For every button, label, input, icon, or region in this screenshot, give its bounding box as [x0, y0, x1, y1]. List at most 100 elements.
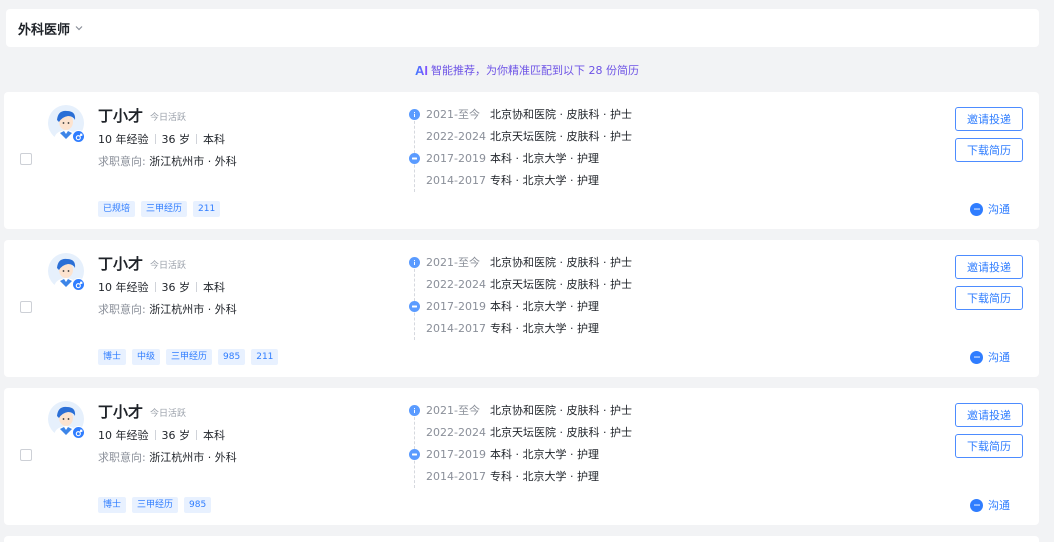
timeline-date: 2014-2017 — [426, 173, 486, 187]
timeline-date: 2014-2017 — [426, 321, 486, 335]
timeline-spacer — [409, 175, 420, 186]
download-resume-button[interactable]: 下载简历 — [955, 286, 1023, 310]
candidate-name[interactable]: 丁小才 — [98, 401, 143, 422]
timeline-entry: 2022-2024 北京天坛医院 · 皮肤科 · 护士 — [409, 276, 632, 292]
select-checkbox[interactable] — [20, 301, 32, 313]
job-intention: 求职意向: 浙江杭州市 · 外科 — [98, 449, 237, 465]
intent-value: 浙江杭州市 · 外科 — [149, 451, 237, 464]
intent-label: 求职意向: — [98, 303, 146, 316]
timeline-text: 专科 · 北京大学 · 护理 — [490, 470, 599, 483]
timeline-spacer — [409, 323, 420, 334]
next-candidate-card-partial — [4, 536, 1039, 542]
timeline-date: 2022-2024 — [426, 425, 486, 439]
divider — [154, 282, 156, 292]
ai-logo-icon: AI — [415, 62, 428, 78]
candidate-tag: 中级 — [132, 349, 161, 365]
intent-value: 浙江杭州市 · 外科 — [149, 303, 237, 316]
chat-button[interactable]: 沟通 — [970, 349, 1010, 365]
candidate-card: 丁小才 今日活跃 10 年经验 36 岁 本科 求职意向: 浙江杭州市 · 外科… — [4, 240, 1039, 377]
timeline-text: 北京协和医院 · 皮肤科 · 护士 — [490, 256, 632, 269]
tag-list: 博士 三甲经历 985 — [98, 497, 212, 513]
job-intention: 求职意向: 浙江杭州市 · 外科 — [98, 301, 237, 317]
timeline-text: 北京协和医院 · 皮肤科 · 护士 — [490, 108, 632, 121]
chat-button[interactable]: 沟通 — [970, 497, 1010, 513]
timeline-entry: 2022-2024 北京天坛医院 · 皮肤科 · 护士 — [409, 128, 632, 144]
divider — [196, 430, 197, 440]
chat-label: 沟通 — [988, 351, 1010, 364]
timeline-entry: 2014-2017 专科 · 北京大学 · 护理 — [409, 468, 599, 484]
candidate-tag: 211 — [251, 349, 279, 365]
job-intention: 求职意向: 浙江杭州市 · 外科 — [98, 153, 237, 169]
candidate-tag: 博士 — [98, 349, 127, 365]
timeline-entry: 2014-2017 专科 · 北京大学 · 护理 — [409, 320, 599, 336]
chat-button[interactable]: 沟通 — [970, 201, 1010, 217]
timeline-text: 北京天坛医院 · 皮肤科 · 护士 — [490, 278, 632, 291]
timeline-spacer — [409, 427, 420, 438]
experience-years: 10 年经验 — [98, 281, 149, 294]
candidate-tag: 已规培 — [98, 201, 136, 217]
chat-bubble-icon — [970, 202, 983, 216]
timeline-text: 北京天坛医院 · 皮肤科 · 护士 — [490, 426, 632, 439]
experience-timeline: 2021-至今 北京协和医院 · 皮肤科 · 护士 2022-2024 北京天坛医院 … — [409, 402, 669, 490]
timeline-entry: 2021-至今 北京协和医院 · 皮肤科 · 护士 — [409, 402, 632, 418]
timeline-spacer — [409, 279, 420, 290]
candidate-name[interactable]: 丁小才 — [98, 105, 143, 126]
work-icon — [409, 404, 420, 416]
divider — [196, 282, 197, 292]
timeline-date: 2014-2017 — [426, 469, 486, 483]
divider — [196, 134, 197, 144]
activity-status: 今日活跃 — [150, 409, 187, 419]
timeline-entry: 2017-2019 本科 · 北京大学 · 护理 — [409, 446, 599, 462]
chevron-down-icon[interactable] — [75, 25, 83, 31]
candidate-tag: 985 — [218, 349, 246, 365]
experience-years: 10 年经验 — [98, 133, 149, 146]
timeline-entry: 2017-2019 本科 · 北京大学 · 护理 — [409, 150, 599, 166]
candidate-card: 丁小才 今日活跃 10 年经验 36 岁 本科 求职意向: 浙江杭州市 · 外科… — [4, 388, 1039, 525]
download-resume-button[interactable]: 下载简历 — [955, 138, 1023, 162]
chat-label: 沟通 — [988, 499, 1010, 512]
degree: 本科 — [203, 281, 225, 294]
job-title-dropdown[interactable]: 外科医师 — [18, 19, 70, 38]
candidate-tag: 博士 — [98, 497, 127, 513]
invite-apply-button[interactable]: 邀请投递 — [955, 403, 1023, 427]
work-icon — [409, 256, 420, 268]
timeline-date: 2017-2019 — [426, 299, 486, 313]
ai-recommendation-banner: AI 智能推荐，为你精准匹配到以下 28 份简历 — [0, 60, 1054, 80]
age: 36 岁 — [161, 281, 191, 294]
timeline-date: 2022-2024 — [426, 277, 486, 291]
candidate-summary: 10 年经验 36 岁 本科 — [98, 131, 225, 147]
tag-list: 已规培 三甲经历 211 — [98, 201, 221, 217]
select-checkbox[interactable] — [20, 153, 32, 165]
select-checkbox[interactable] — [20, 449, 32, 461]
degree: 本科 — [203, 133, 225, 146]
education-icon — [409, 300, 420, 312]
education-icon — [409, 152, 420, 164]
timeline-date: 2021-至今 — [426, 404, 480, 417]
candidate-tag: 三甲经历 — [141, 201, 188, 217]
timeline-date: 2021-至今 — [426, 108, 480, 121]
timeline-text: 北京协和医院 · 皮肤科 · 护士 — [490, 404, 632, 417]
timeline-date: 2017-2019 — [426, 151, 486, 165]
intent-value: 浙江杭州市 · 外科 — [149, 155, 237, 168]
divider — [154, 134, 156, 144]
candidate-name[interactable]: 丁小才 — [98, 253, 143, 274]
timeline-text: 本科 · 北京大学 · 护理 — [490, 152, 599, 165]
timeline-entry: 2022-2024 北京天坛医院 · 皮肤科 · 护士 — [409, 424, 632, 440]
timeline-entry: 2021-至今 北京协和医院 · 皮肤科 · 护士 — [409, 106, 632, 122]
chat-bubble-icon — [970, 498, 983, 512]
tag-list: 博士 中级 三甲经历 985 211 — [98, 349, 279, 365]
activity-status: 今日活跃 — [150, 113, 187, 123]
timeline-date: 2022-2024 — [426, 129, 486, 143]
timeline-text: 专科 · 北京大学 · 护理 — [490, 322, 599, 335]
intent-label: 求职意向: — [98, 451, 146, 464]
chat-bubble-icon — [970, 350, 983, 364]
timeline-text: 本科 · 北京大学 · 护理 — [490, 300, 599, 313]
candidate-summary: 10 年经验 36 岁 本科 — [98, 279, 225, 295]
download-resume-button[interactable]: 下载简历 — [955, 434, 1023, 458]
invite-apply-button[interactable]: 邀请投递 — [955, 107, 1023, 131]
divider — [154, 430, 156, 440]
invite-apply-button[interactable]: 邀请投递 — [955, 255, 1023, 279]
timeline-entry: 2021-至今 北京协和医院 · 皮肤科 · 护士 — [409, 254, 632, 270]
candidate-card: 丁小才 今日活跃 10 年经验 36 岁 本科 求职意向: 浙江杭州市 · 外科… — [4, 92, 1039, 229]
age: 36 岁 — [161, 133, 191, 146]
